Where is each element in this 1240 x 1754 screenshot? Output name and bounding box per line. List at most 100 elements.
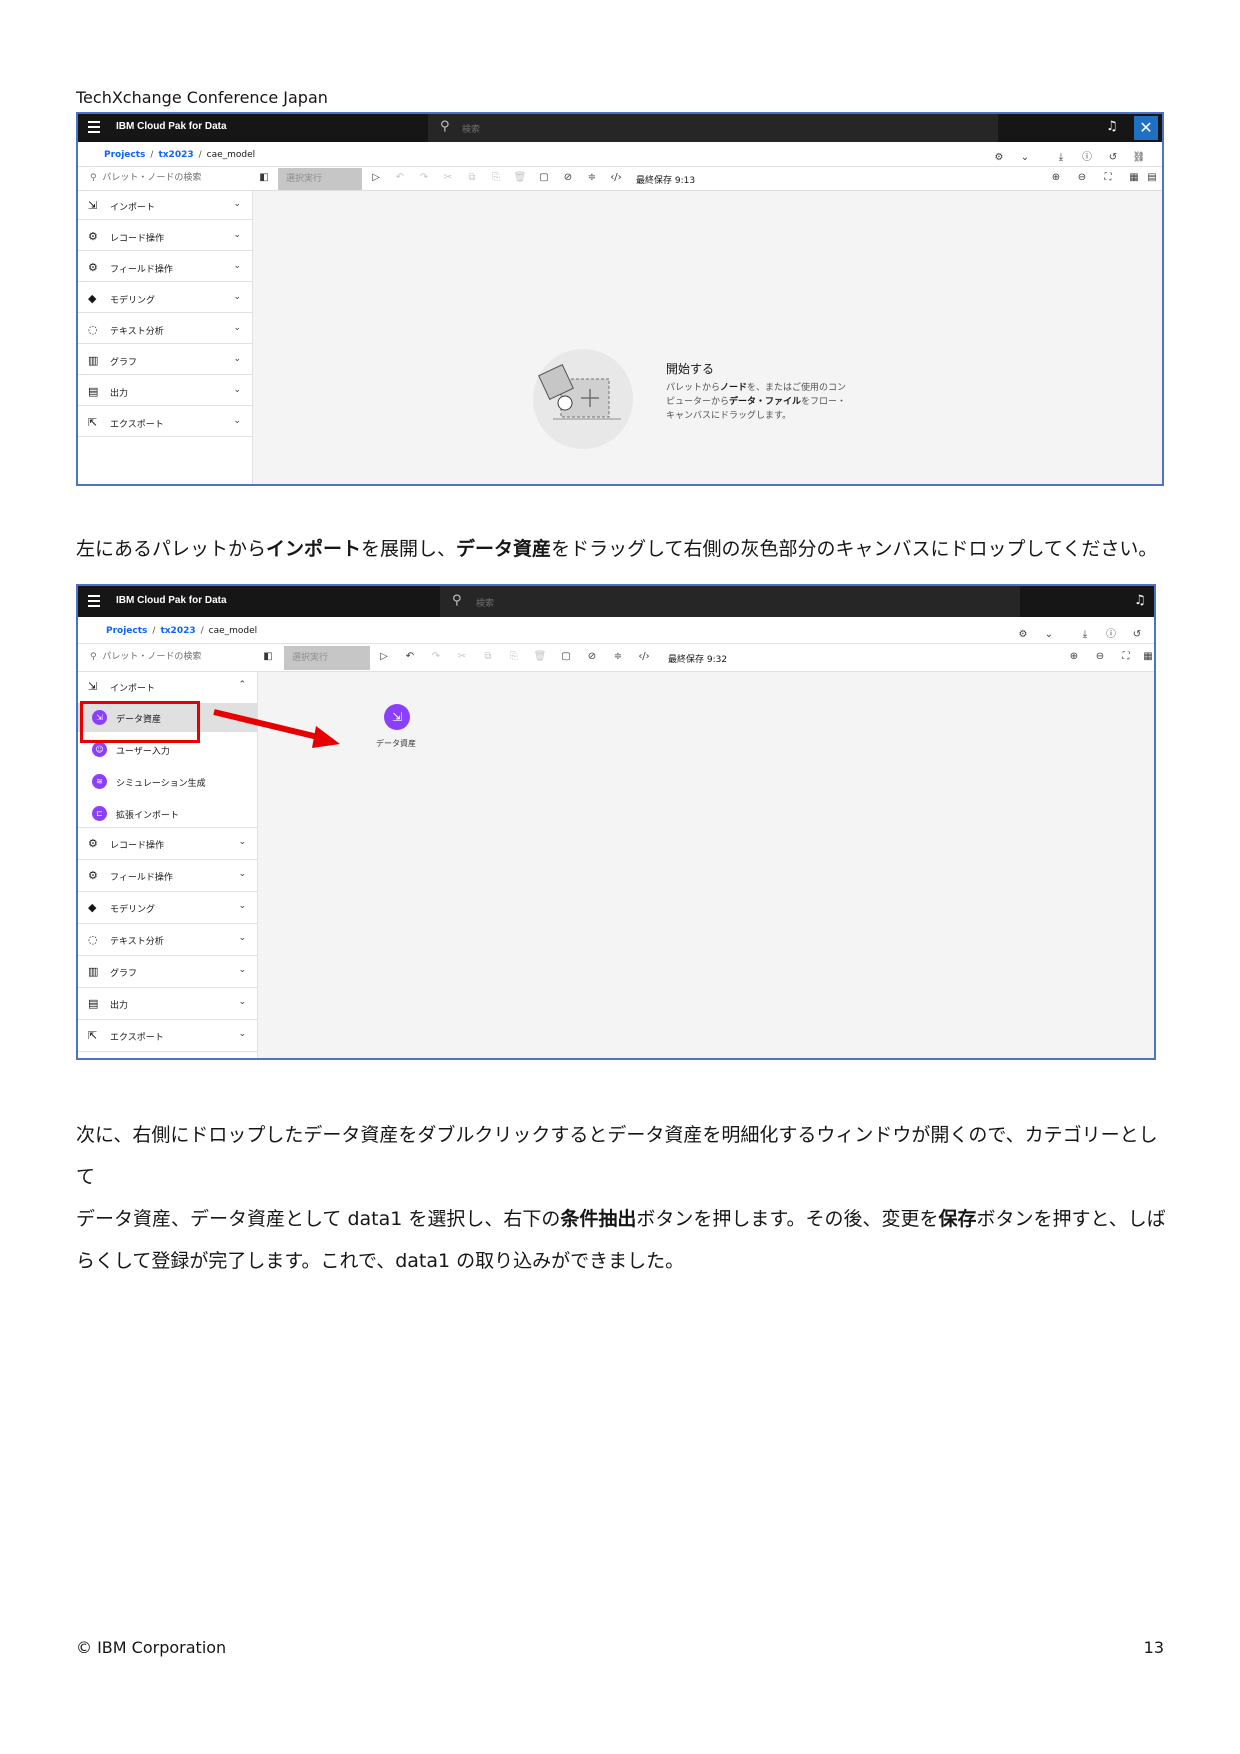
palette-item-modeling[interactable]: ◆ モデリング ⌄ [78,893,258,924]
redo-icon[interactable]: ↷ [426,651,446,662]
page-header: TechXchange Conference Japan [76,88,328,107]
palette-item-text[interactable]: ◌ テキスト分析 ⌄ [78,925,258,956]
copy-icon[interactable]: ⧉ [478,651,498,662]
global-search[interactable]: ⚲ 検索 [440,586,1020,617]
palette-item-output[interactable]: ▤ 出力 ⌄ [78,989,258,1020]
highlight-box [80,701,200,743]
chevron-down-icon: ⌄ [238,965,246,975]
play-icon[interactable]: ▷ [366,172,386,183]
global-search[interactable]: ⚲ 検索 [428,114,998,142]
flow-toolbar: ⚲ パレット・ノードの検索 ◧ 選択実行 ▷ ↶ ↷ ✂ ⧉ ⎘ 🗑 ▢ ⊘ ≑… [78,167,1162,191]
breadcrumb-current: cae_model [206,150,256,160]
info-icon[interactable]: ⓘ [1098,625,1124,640]
zoom-in-icon[interactable]: ⊕ [1046,172,1066,183]
flow-canvas[interactable]: 開始する パレットからノードを、またはご使用のコン ピューターからデータ・ファイ… [253,191,1162,484]
palette-item-field[interactable]: ⚙ フィールド操作 ⌄ [78,861,258,892]
comment-icon[interactable]: ▢ [556,651,576,662]
history-icon[interactable]: ↺ [1100,152,1126,163]
cut-icon[interactable]: ✂ [438,172,458,183]
undo-icon[interactable]: ↶ [400,651,420,662]
palette-node-extension-import[interactable]: ⊏ 拡張インポート [78,799,258,828]
panel-toggle-icon[interactable]: ◧ [254,172,274,183]
run-selection-button[interactable]: 選択実行 [278,168,362,190]
breadcrumb-bar: Projects / tx2023/cae_model ⚙ ⌄ ⤓ ⓘ ↺ ⛓ [78,142,1162,167]
notes-icon[interactable]: ▤ [1142,172,1162,183]
breadcrumb-projects[interactable]: Projects [104,150,145,160]
code-icon[interactable]: ‹/› [634,651,654,662]
bar-chart-icon: ▥ [88,354,99,367]
minimap-icon[interactable]: ▦ [1138,651,1154,662]
info-icon[interactable]: ⓘ [1074,148,1100,163]
breadcrumb-projects[interactable]: Projects [106,626,147,636]
palette-item-record[interactable]: ⚙ レコード操作 ⌄ [78,829,258,860]
fit-icon[interactable]: ⛶ [1098,172,1118,183]
panel-toggle-icon[interactable]: ◧ [258,651,278,662]
code-icon[interactable]: ‹/› [606,172,626,183]
instruction-paragraph-2: 次に、右側にドロップしたデータ資産をダブルクリックするとデータ資産を明細化するウ… [76,1124,1166,1272]
zoom-in-icon[interactable]: ⊕ [1064,651,1084,662]
chevron-down-icon: ⌄ [233,323,241,333]
palette-item-text[interactable]: ◌ テキスト分析 ⌄ [78,315,253,344]
zoom-out-icon[interactable]: ⊖ [1072,172,1092,183]
palette-item-field[interactable]: ⚙ フィールド操作 ⌄ [78,253,253,282]
palette-search[interactable]: ⚲ パレット・ノードの検索 [78,644,256,667]
search-icon: ⚲ [452,593,462,608]
download-icon[interactable]: ⤓ [1072,629,1098,640]
bar-chart-icon: ▥ [88,965,99,978]
zoom-out-icon[interactable]: ⊖ [1090,651,1110,662]
chevron-down-icon[interactable]: ⌄ [1012,152,1038,163]
share-icon[interactable]: ⛓ [1126,152,1152,163]
bell-icon[interactable]: ♫ [1106,119,1118,134]
palette-item-import[interactable]: ⇲ インポート ⌃ [78,672,258,702]
settings-icon[interactable]: ⚙ [986,152,1012,163]
palette-search[interactable]: ⚲ パレット・ノードの検索 [78,167,252,190]
delete-icon[interactable]: 🗑 [530,651,550,662]
palette-item-graph[interactable]: ▥ グラフ ⌄ [78,957,258,988]
palette-item-import[interactable]: ⇲ インポート ⌄ [78,191,253,220]
settings-icon[interactable]: ⚙ [1010,629,1036,640]
import-icon: ⇲ [88,199,98,212]
flow-canvas[interactable]: ⇲ データ資産 [258,672,1154,1058]
top-bar: IBM Cloud Pak for Data ⚲ 検索 ♫ ✕ [78,114,1162,142]
breadcrumb-tx2023[interactable]: tx2023 [160,626,195,636]
run-selection-button[interactable]: 選択実行 [284,646,370,670]
delete-icon[interactable]: 🗑 [510,172,530,183]
extension-import-icon: ⊏ [92,806,107,821]
chevron-down-icon[interactable]: ⌄ [1036,629,1062,640]
history-icon[interactable]: ↺ [1124,629,1150,640]
hide-comment-icon[interactable]: ⊘ [582,651,602,662]
redo-icon[interactable]: ↷ [414,172,434,183]
paste-icon[interactable]: ⎘ [504,651,524,662]
cut-icon[interactable]: ✂ [452,651,472,662]
undo-icon[interactable]: ↶ [390,172,410,183]
copy-icon[interactable]: ⧉ [462,172,482,183]
palette-item-graph[interactable]: ▥ グラフ ⌄ [78,346,253,375]
play-icon[interactable]: ▷ [374,651,394,662]
chevron-down-icon: ⌄ [233,199,241,209]
menu-icon[interactable] [88,121,100,133]
settings-sliders-icon[interactable]: ≑ [608,651,628,662]
screenshot-flow-empty: IBM Cloud Pak for Data ⚲ 検索 ♫ ✕ Projects… [76,112,1164,486]
breadcrumb-tx2023[interactable]: tx2023 [158,150,193,160]
hide-comment-icon[interactable]: ⊘ [558,172,578,183]
paste-icon[interactable]: ⎘ [486,172,506,183]
canvas-node-data-asset-icon[interactable]: ⇲ [384,704,410,730]
output-icon: ▤ [88,997,99,1010]
download-icon[interactable]: ⤓ [1048,152,1074,163]
menu-icon[interactable] [88,595,100,607]
fit-icon[interactable]: ⛶ [1116,651,1136,662]
palette-item-export[interactable]: ⇱ エクスポート ⌄ [78,1021,258,1052]
minimap-icon[interactable]: ▦ [1124,172,1144,183]
chevron-down-icon: ⌄ [238,901,246,911]
comment-icon[interactable]: ▢ [534,172,554,183]
empty-state-title: 開始する [666,362,715,376]
settings-sliders-icon[interactable]: ≑ [582,172,602,183]
chevron-down-icon: ⌄ [233,385,241,395]
bell-icon[interactable]: ♫ [1134,593,1146,608]
palette-item-export[interactable]: ⇱ エクスポート ⌄ [78,408,253,437]
avatar-icon[interactable]: ✕ [1134,116,1158,140]
palette-item-modeling[interactable]: ◆ モデリング ⌄ [78,284,253,313]
palette-item-record[interactable]: ⚙ レコード操作 ⌄ [78,222,253,251]
palette-item-output[interactable]: ▤ 出力 ⌄ [78,377,253,406]
palette-node-simulation[interactable]: ≋ シミュレーション生成 [78,767,258,796]
